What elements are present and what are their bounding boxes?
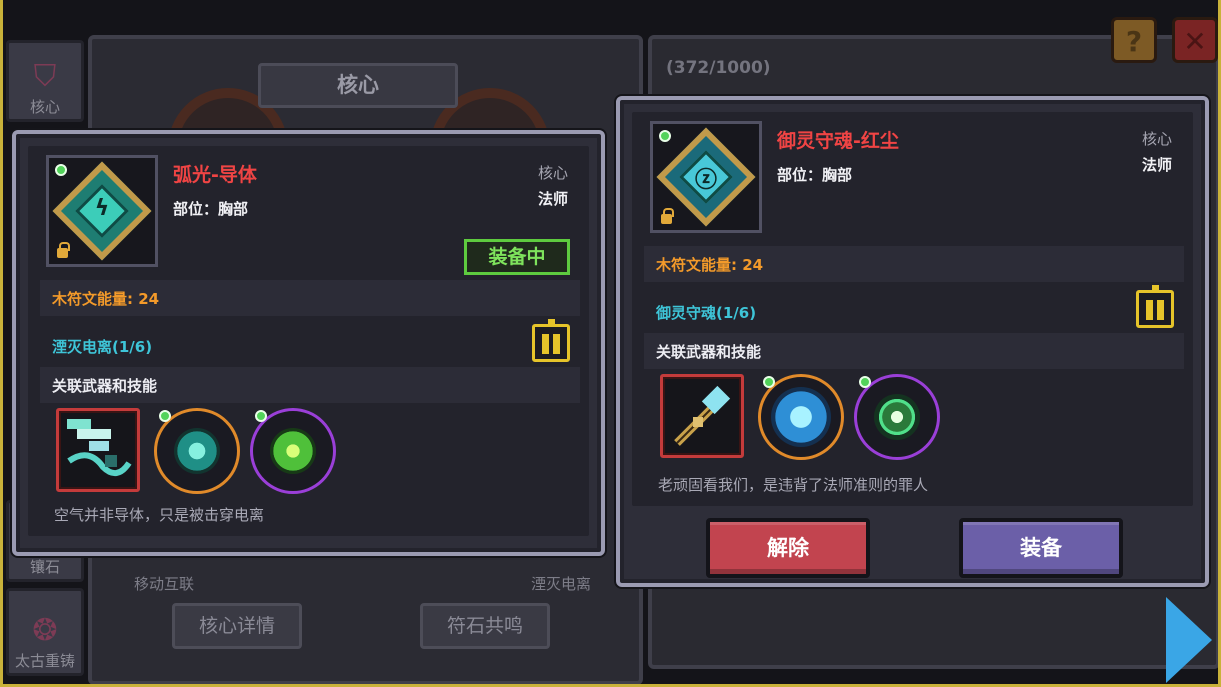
- lock-icon[interactable]: [661, 208, 674, 224]
- core-panel-title: 核心: [258, 63, 458, 108]
- spirit-orb-icon: [771, 387, 831, 447]
- selected-item-card: ⓩ 御灵守魂-红尘 部位：胸部 核心 法师 木符文能量: 24 御灵守魂(1/6…: [616, 96, 1209, 587]
- item-class: 法师: [538, 190, 569, 208]
- item-category: 核心: [1142, 130, 1173, 148]
- unequip-button[interactable]: 解除: [706, 518, 870, 578]
- wood-element-icon: [55, 164, 67, 176]
- lock-icon[interactable]: [57, 242, 70, 258]
- core-tab-icon: ⛉: [33, 59, 57, 94]
- energy-burst-icon: [174, 428, 220, 474]
- sword-icon: [67, 419, 132, 476]
- set-info-icon[interactable]: [532, 319, 570, 362]
- sidebar-tab-label: 核心: [29, 98, 60, 116]
- card-body: ⓩ 御灵守魂-红尘 部位：胸部 核心 法师 木符文能量: 24 御灵守魂(1/6…: [632, 112, 1193, 506]
- flavor-text: 老顽固看我们，是违背了法师准则的罪人: [658, 476, 929, 494]
- rune-energy: 木符文能量: 24: [656, 256, 764, 274]
- item-slot: 部位：胸部: [173, 200, 249, 218]
- equip-button[interactable]: 装备: [959, 518, 1123, 578]
- close-button[interactable]: ✕: [1172, 17, 1218, 63]
- item-icon: ⓩ: [650, 121, 762, 233]
- help-button[interactable]: ?: [1111, 17, 1157, 63]
- sidebar-tab-label: 太古重铸: [14, 652, 75, 670]
- reforge-tab-icon: ❂: [32, 613, 58, 648]
- flavor-text: 空气并非导体，只是被击穿电离: [54, 506, 265, 524]
- item-slot: 部位：胸部: [777, 166, 853, 184]
- core-details-button[interactable]: 核心详情: [172, 603, 302, 649]
- weapon-slot[interactable]: [56, 408, 140, 492]
- energy-row: 木符文能量: 24: [644, 246, 1184, 282]
- equipped-badge: 装备中: [464, 239, 570, 275]
- item-category: 核心: [538, 164, 569, 182]
- wood-element-icon: [659, 130, 671, 142]
- sidebar-tab-core[interactable]: ⛉ 核心: [6, 40, 84, 122]
- wood-element-icon: [763, 376, 775, 388]
- wood-element-icon: [255, 410, 267, 422]
- rune-energy: 木符文能量: 24: [52, 290, 160, 308]
- sidebar-tab-reforge[interactable]: ❂ 太古重铸: [6, 588, 84, 676]
- related-row: 关联武器和技能: [644, 333, 1184, 369]
- item-name: 弧光-导体: [173, 164, 257, 186]
- wood-element-icon: [159, 410, 171, 422]
- wood-element-icon: [859, 376, 871, 388]
- related-title: 关联武器和技能: [656, 343, 762, 361]
- slot-label-right: 湮灭电离: [531, 575, 592, 593]
- inventory-progress: (372/1000): [666, 58, 771, 78]
- set-info-icon[interactable]: [1136, 285, 1174, 328]
- sidebar-tab-label: 镶石: [29, 558, 60, 576]
- related-row: 关联武器和技能: [40, 367, 580, 403]
- card-body: ϟ 弧光-导体 部位：胸部 核心 法师 装备中 木符文能量: 24 湮灭电离(1…: [28, 146, 589, 536]
- spiral-glyph-icon: ⓩ: [694, 168, 717, 193]
- related-title: 关联武器和技能: [52, 377, 158, 395]
- next-page-arrow-icon[interactable]: [1166, 597, 1212, 683]
- staff-icon: [674, 385, 731, 446]
- lightning-glyph-icon: ϟ: [94, 196, 110, 221]
- set-bonus-name[interactable]: 御灵守魂(1/6): [656, 302, 756, 323]
- item-name: 御灵守魂-红尘: [777, 130, 899, 152]
- item-icon: ϟ: [46, 155, 158, 267]
- spirit-seal-icon: [874, 394, 920, 440]
- energy-row: 木符文能量: 24: [40, 280, 580, 316]
- item-class: 法师: [1142, 156, 1173, 174]
- weapon-slot[interactable]: [660, 374, 744, 458]
- set-bonus-name[interactable]: 湮灭电离(1/6): [52, 336, 152, 357]
- equipped-item-card: ϟ 弧光-导体 部位：胸部 核心 法师 装备中 木符文能量: 24 湮灭电离(1…: [12, 130, 605, 556]
- nature-blast-icon: [270, 428, 316, 474]
- slot-label-left: 移动互联: [134, 575, 195, 593]
- rune-resonance-button[interactable]: 符石共鸣: [420, 603, 550, 649]
